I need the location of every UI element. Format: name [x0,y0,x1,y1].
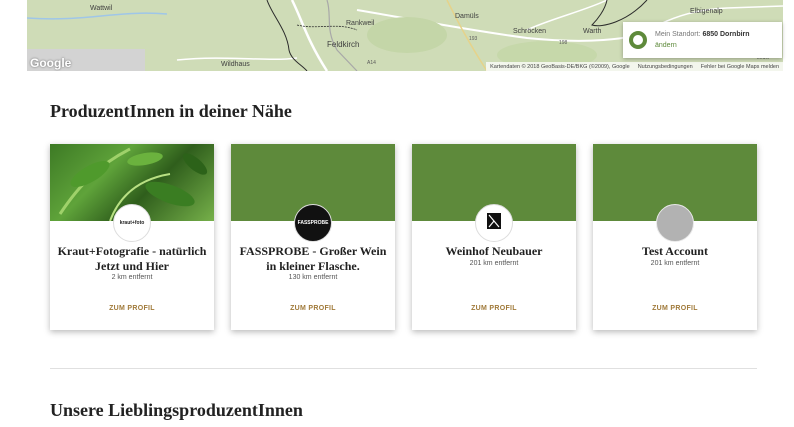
view-profile-link[interactable]: ZUM PROFIL [231,305,395,312]
producer-card[interactable]: FASSPROBE FASSPROBE - Großer Wein in kle… [231,144,395,330]
view-profile-link[interactable]: ZUM PROFIL [50,305,214,312]
producer-distance: 2 km entfernt [111,274,153,281]
producer-avatar: kraut+foto [113,204,151,242]
google-logo: Google [30,56,72,70]
section-divider [50,368,757,369]
location-value: 6850 Dornbirn [702,31,750,38]
producer-card[interactable]: Test Account 201 km entfernt ZUM PROFIL [593,144,757,330]
view-profile-link[interactable]: ZUM PROFIL [593,305,757,312]
location-text: Mein Standort: 6850 Dornbirn ändern [655,29,750,51]
producer-distance: 201 km entfernt [650,260,700,267]
map-label-198: 198 [559,40,568,46]
map-copyright: Kartendaten © 2018 GeoBasis-DE/BKG (©200… [490,63,630,70]
producer-name: Kraut+Fotografie - natürlich Jetzt und H… [57,244,207,273]
map-label-193: 193 [469,36,478,42]
change-location-link[interactable]: ändern [655,40,750,51]
map-label-elbigenalp: Elbigenalp [690,8,723,15]
view-profile-link[interactable]: ZUM PROFIL [412,305,576,312]
map-label-feldkirch: Feldkirch [327,40,360,49]
map-report-link[interactable]: Fehler bei Google Maps melden [701,64,779,70]
section-title-favorites: Unsere LieblingsproduzentInnen [50,400,303,420]
producer-avatar [656,204,694,242]
map-label-rankweil: Rankweil [346,20,375,27]
neubauer-logo-icon [487,213,501,229]
producer-name: FASSPROBE - Großer Wein in kleiner Flasc… [239,244,387,273]
section-title-nearby: ProduzentInnen in deiner Nähe [50,101,292,121]
producer-card[interactable]: kraut+foto Kraut+Fotografie - natürlich … [50,144,214,330]
map-label-warth: Warth [583,28,602,35]
producer-distance: 130 km entfernt [288,274,338,281]
producer-name: Test Account [642,244,708,258]
map-label-wattwil: Wattwil [90,5,113,12]
producer-distance: 201 km entfernt [469,260,519,267]
producer-name: Weinhof Neubauer [445,244,543,258]
map-terms-link[interactable]: Nutzungsbedingungen [638,64,693,70]
map-label-schrocken: Schröcken [513,28,547,35]
producer-avatar [475,204,513,242]
map-label-wildhaus: Wildhaus [221,61,250,68]
producer-card[interactable]: Weinhof Neubauer 201 km entfernt ZUM PRO… [412,144,576,330]
map-footer: Kartendaten © 2018 GeoBasis-DE/BKG (©200… [486,62,783,71]
map-label-a14: A14 [367,60,376,66]
location-prefix: Mein Standort: [655,31,701,38]
location-box: Mein Standort: 6850 Dornbirn ändern [623,22,782,58]
location-ring-icon [629,31,647,49]
producer-avatar: FASSPROBE [294,204,332,242]
map-label-damuls: Damüls [455,13,479,20]
